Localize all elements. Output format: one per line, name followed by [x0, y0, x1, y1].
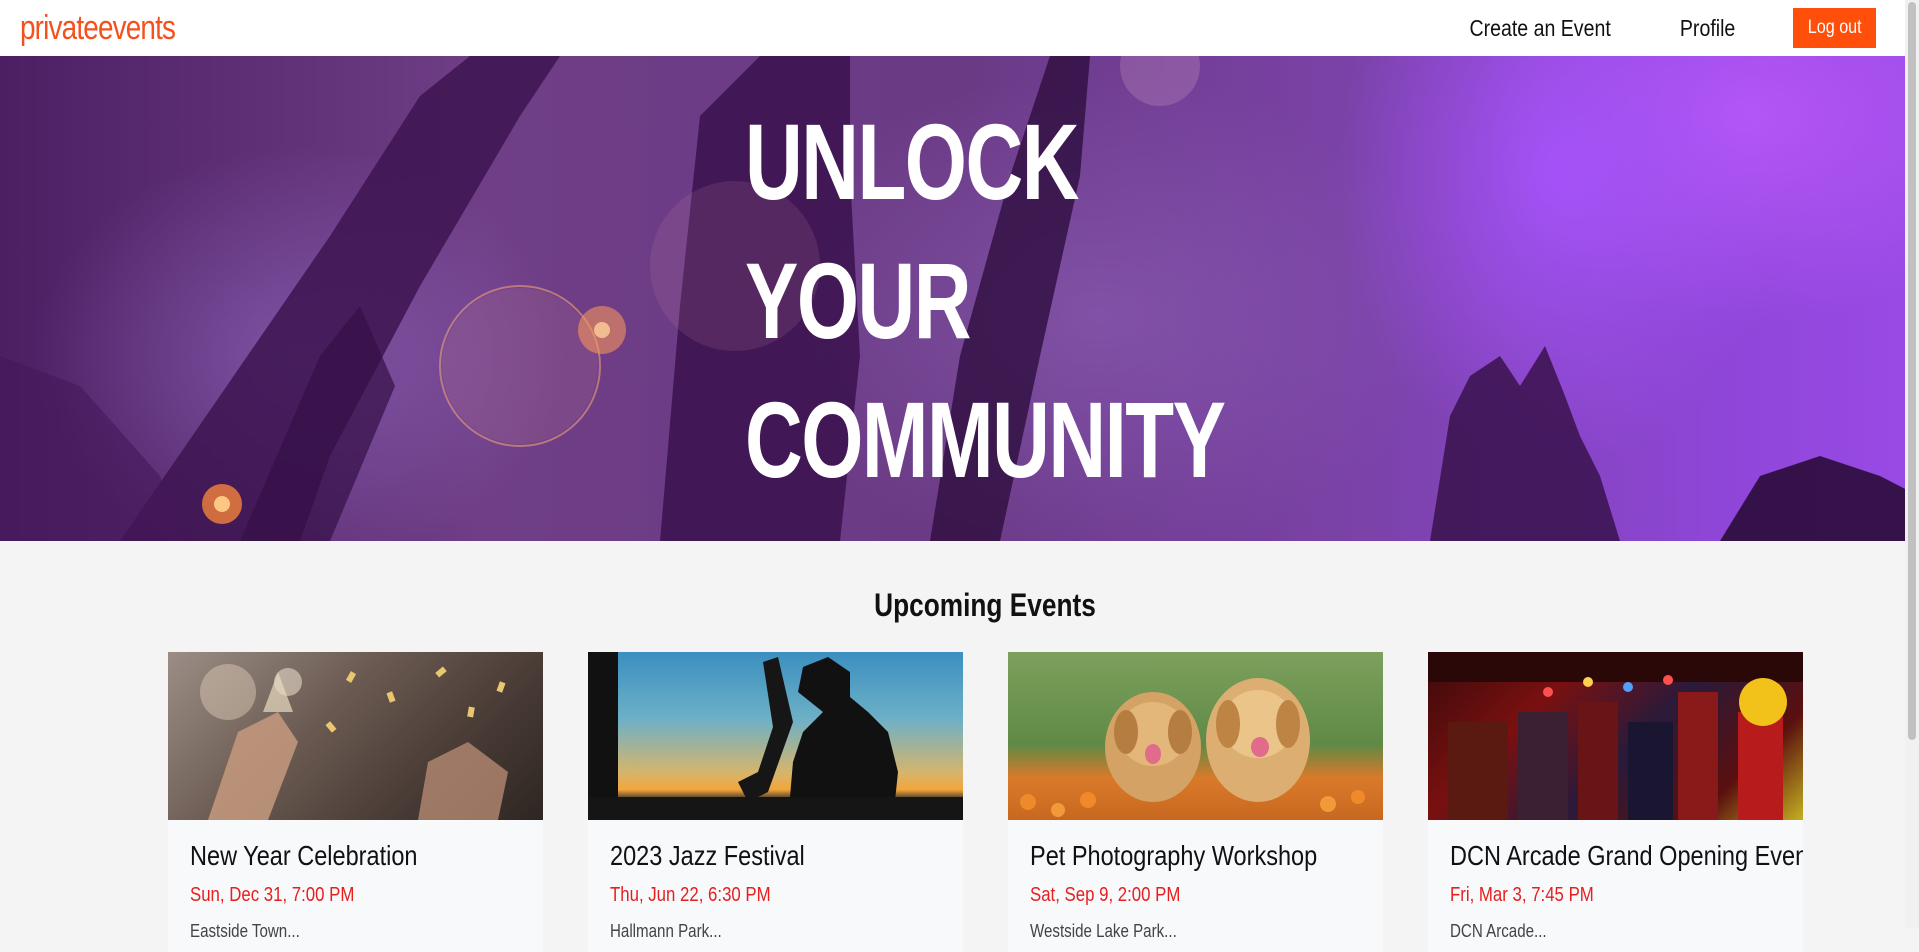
- event-location: DCN Arcade...: [1450, 921, 1547, 941]
- hero-title-line: YOUR: [745, 240, 971, 361]
- puppies-flowers-image: [1008, 652, 1383, 820]
- hero-title: UNLOCK YOUR COMMUNITY: [745, 92, 1226, 509]
- event-date: Sun, Dec 31, 7:00 PM: [190, 884, 355, 906]
- event-card[interactable]: 2023 Jazz Festival Thu, Jun 22, 6:30 PM …: [588, 652, 963, 952]
- scrollbar-thumb[interactable]: [1908, 2, 1916, 740]
- hero-banner: UNLOCK YOUR COMMUNITY: [0, 56, 1919, 541]
- party-champagne-image: [168, 652, 543, 820]
- event-location: Hallmann Park...: [610, 921, 722, 941]
- section-heading: Upcoming Events: [874, 587, 1096, 623]
- event-title[interactable]: Pet Photography Workshop: [1030, 840, 1317, 880]
- profile-link[interactable]: Profile: [1680, 15, 1735, 42]
- hero-title-line: COMMUNITY: [745, 379, 1226, 500]
- event-card-body: Pet Photography Workshop Sat, Sep 9, 2:0…: [1008, 820, 1383, 942]
- brand-logo[interactable]: privateevents: [20, 9, 176, 48]
- page-scrollbar[interactable]: [1905, 0, 1919, 928]
- navbar: privateevents Create an Event Profile Lo…: [0, 0, 1919, 56]
- event-card-body: New Year Celebration Sun, Dec 31, 7:00 P…: [168, 820, 543, 942]
- hero-title-line: UNLOCK: [745, 101, 1079, 222]
- event-card-list: New Year Celebration Sun, Dec 31, 7:00 P…: [168, 652, 1848, 952]
- event-card[interactable]: DCN Arcade Grand Opening Event Fri, Mar …: [1428, 652, 1803, 952]
- event-date: Fri, Mar 3, 7:45 PM: [1450, 884, 1594, 906]
- event-location: Eastside Town...: [190, 921, 300, 941]
- saxophone-sunset-image: [588, 652, 963, 820]
- event-date: Sat, Sep 9, 2:00 PM: [1030, 884, 1181, 906]
- event-title[interactable]: 2023 Jazz Festival: [610, 840, 888, 880]
- event-card[interactable]: Pet Photography Workshop Sat, Sep 9, 2:0…: [1008, 652, 1383, 952]
- logout-button-label: Log out: [1807, 17, 1862, 38]
- event-title[interactable]: DCN Arcade Grand Opening Event: [1450, 840, 1803, 880]
- logout-button[interactable]: Log out: [1792, 8, 1876, 48]
- event-card-body: 2023 Jazz Festival Thu, Jun 22, 6:30 PM …: [588, 820, 963, 942]
- event-card[interactable]: New Year Celebration Sun, Dec 31, 7:00 P…: [168, 652, 543, 952]
- create-event-link[interactable]: Create an Event: [1470, 15, 1611, 42]
- nav-links: Create an Event Profile Log out: [1457, 8, 1876, 48]
- event-title[interactable]: New Year Celebration: [190, 840, 468, 880]
- event-location: Westside Lake Park...: [1030, 921, 1177, 941]
- event-date: Thu, Jun 22, 6:30 PM: [610, 884, 771, 906]
- upcoming-events-section: Upcoming Events New Year Celebration Sun…: [0, 541, 1905, 952]
- arcade-interior-image: [1428, 652, 1803, 820]
- event-card-body: DCN Arcade Grand Opening Event Fri, Mar …: [1428, 820, 1803, 942]
